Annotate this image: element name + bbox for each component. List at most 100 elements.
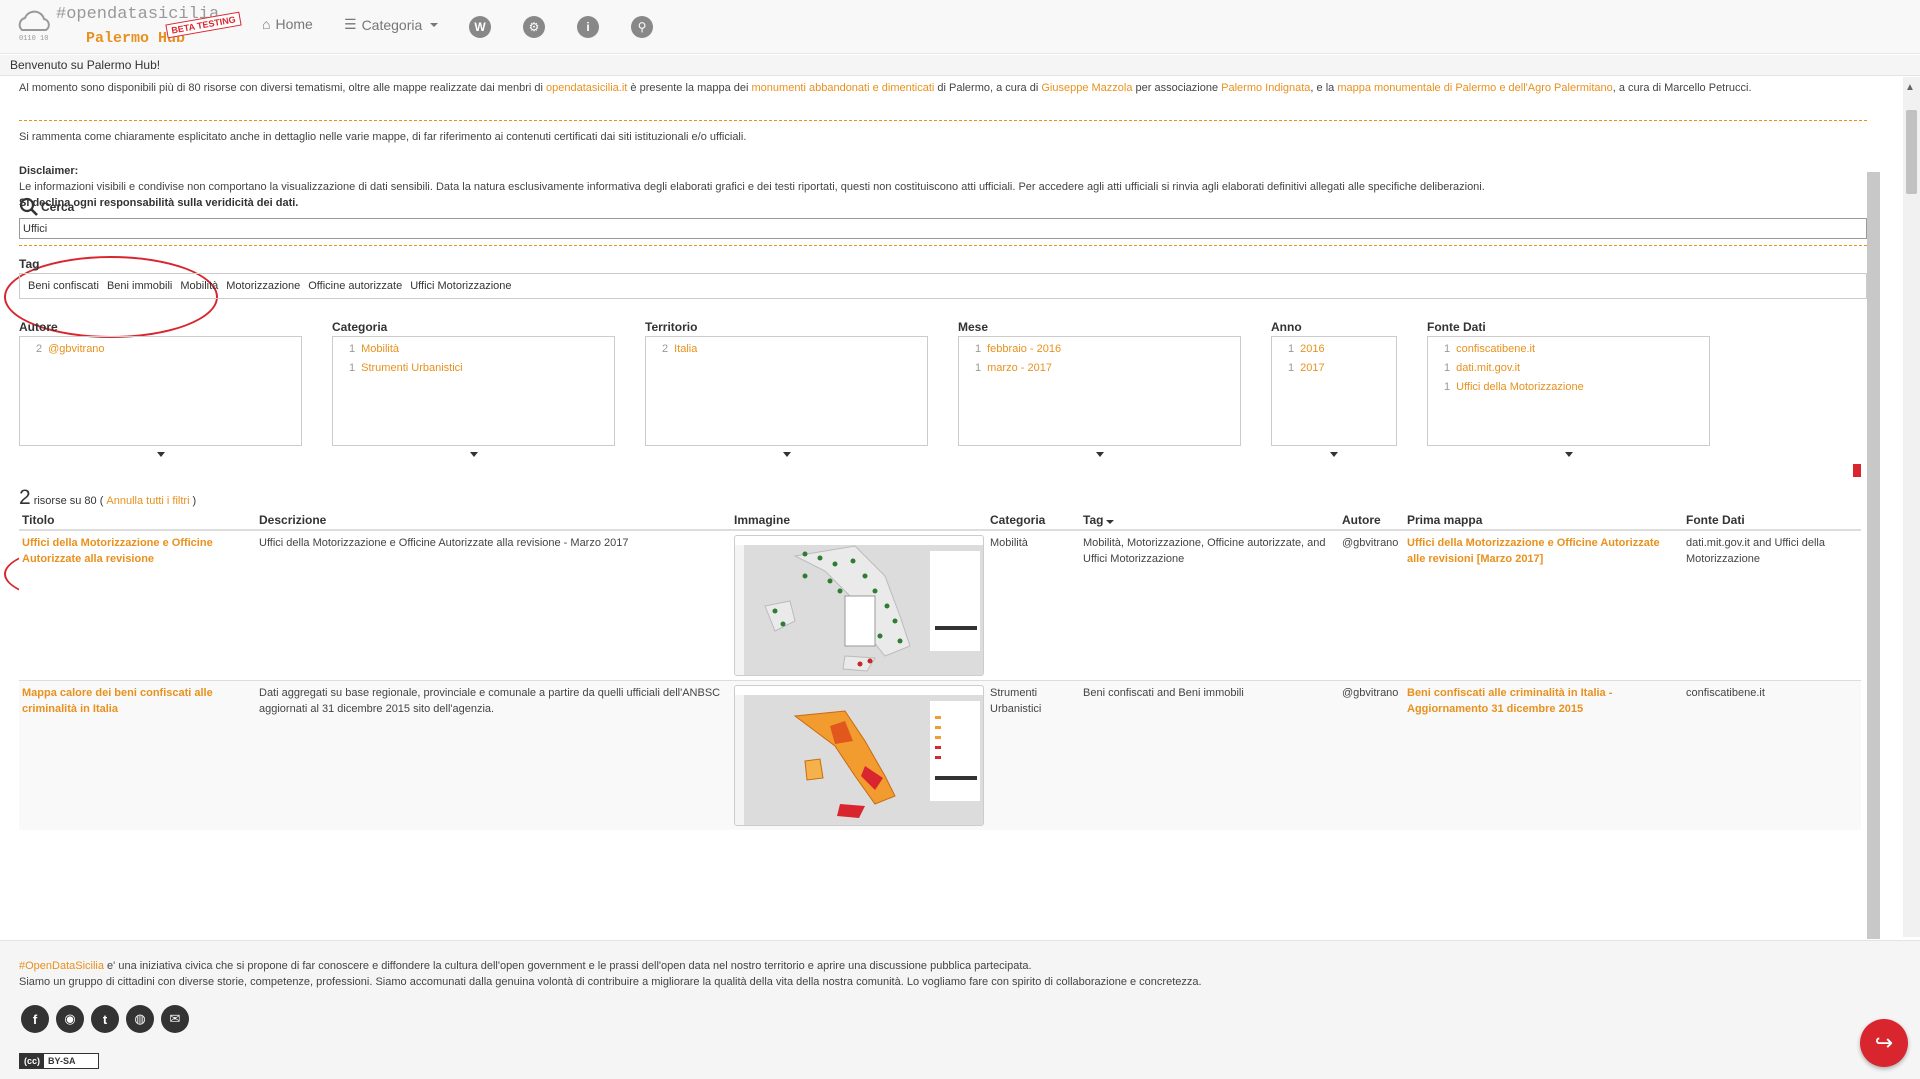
facet-list[interactable]: 1 confiscatibene.it 1 dati.mit.gov.it 1 Uff… — [1427, 336, 1710, 446]
cc-icon: (cc) — [20, 1054, 45, 1068]
column-header[interactable]: Descrizione — [256, 511, 731, 531]
sort-caret-icon — [1106, 520, 1115, 524]
tag-item[interactable]: Beni immobili — [107, 280, 172, 292]
facet-option-label[interactable]: marzo - 2017 — [987, 362, 1052, 374]
column-header-tag[interactable]: Tag — [1080, 511, 1339, 531]
search-input[interactable] — [19, 218, 1867, 239]
results-table: Titolo Descrizione Immagine Categoria Ta… — [19, 511, 1861, 830]
first-map-link[interactable]: Beni confiscati alle criminalità in Ital… — [1407, 687, 1612, 715]
tag-item[interactable]: Beni confiscati — [28, 280, 99, 292]
scroll-up-icon[interactable]: ▲ — [1905, 82, 1915, 93]
facebook-icon[interactable]: f — [21, 1005, 49, 1033]
facet-option-label[interactable]: Mobilità — [361, 343, 399, 355]
facet-title: Anno — [1271, 320, 1302, 334]
wikipedia-icon[interactable]: W — [469, 16, 491, 38]
facet-option[interactable]: 1 Mobilità — [349, 340, 598, 359]
facet-list[interactable]: 1 febbraio - 2016 1 marzo - 2017 — [958, 336, 1241, 446]
github-icon[interactable]: ◉ — [56, 1005, 84, 1033]
facet-option[interactable]: 1 2016 — [1288, 340, 1380, 359]
facet-option[interactable]: 2 Italia — [662, 340, 911, 359]
resource-title-link[interactable]: Uffici della Motorizzazione e Officine A… — [22, 537, 213, 565]
facet-option[interactable]: 1 marzo - 2017 — [975, 359, 1224, 378]
column-header[interactable]: Categoria — [987, 511, 1080, 531]
facet-option[interactable]: 1 dati.mit.gov.it — [1444, 359, 1693, 378]
column-header[interactable]: Immagine — [731, 511, 987, 531]
facet-title: Mese — [958, 320, 989, 334]
facet-option-label[interactable]: confiscatibene.it — [1456, 343, 1535, 355]
column-header[interactable]: Fonte Dati — [1683, 511, 1861, 531]
link-giuseppe-mazzola[interactable]: Giuseppe Mazzola — [1041, 82, 1132, 94]
nav-home[interactable]: ⌂ Home — [262, 16, 313, 32]
column-header[interactable]: Autore — [1339, 511, 1404, 531]
facet-option[interactable]: 1 2017 — [1288, 359, 1380, 378]
facet-list[interactable]: 2 Italia — [645, 336, 928, 446]
facet-count: 1 — [1444, 362, 1451, 374]
svg-text:0110 10: 0110 10 — [19, 35, 48, 43]
footer-brand-link[interactable]: #OpenDataSicilia — [19, 960, 104, 972]
facet-option[interactable]: 1 Strumenti Urbanistici — [349, 359, 598, 378]
column-header[interactable]: Prima mappa — [1404, 511, 1683, 531]
scrollbar-thumb[interactable] — [1906, 110, 1917, 194]
divider — [19, 120, 1867, 121]
results-count: 2 risorse su 80 (Annulla tutti i filtri) — [19, 486, 196, 510]
intro-text-part: per associazione — [1132, 82, 1222, 94]
email-icon[interactable]: ✉ — [161, 1005, 189, 1033]
facet-count: 1 — [1444, 343, 1451, 355]
intro-text-part: è presente la mappa dei — [627, 82, 752, 94]
facet-list[interactable]: 1 Mobilità 1 Strumenti Urbanistici — [332, 336, 615, 446]
column-header[interactable]: Titolo — [19, 511, 256, 531]
caret-down-icon[interactable] — [1095, 452, 1104, 457]
facet-list[interactable]: 1 2016 1 2017 — [1271, 336, 1397, 446]
search-icon[interactable]: ⚲ — [631, 16, 653, 38]
caret-down-icon[interactable] — [469, 452, 478, 457]
caret-down-icon[interactable] — [782, 452, 791, 457]
facet-option[interactable]: 2 @gbvitrano — [36, 340, 285, 359]
link-mappa-monumentale[interactable]: mappa monumentale di Palermo e dell'Agro… — [1337, 82, 1612, 94]
facet-option-label[interactable]: Strumenti Urbanistici — [361, 362, 462, 374]
facet-categoria: Categoria 1 Mobilità 1 Strumenti Urbanisti… — [332, 320, 615, 457]
facet-option-label[interactable]: febbraio - 2016 — [987, 343, 1061, 355]
facet-option[interactable]: 1 Uffici della Motorizzazione — [1444, 378, 1693, 397]
facet-option-label[interactable]: @gbvitrano — [48, 343, 104, 355]
resource-thumbnail[interactable] — [734, 685, 984, 826]
facet-option-label[interactable]: dati.mit.gov.it — [1456, 362, 1520, 374]
first-map-link[interactable]: Uffici della Motorizzazione e Officine A… — [1407, 537, 1660, 565]
facet-option[interactable]: 1 febbraio - 2016 — [975, 340, 1224, 359]
facet-option-label[interactable]: 2017 — [1300, 362, 1324, 374]
link-palermo-indignata[interactable]: Palermo Indignata — [1221, 82, 1310, 94]
clear-filters-link[interactable]: Annulla tutti i filtri — [106, 495, 189, 507]
tag-item[interactable]: Uffici Motorizzazione — [410, 280, 511, 292]
caret-down-icon[interactable] — [156, 452, 165, 457]
bookmark-icon[interactable] — [1853, 464, 1861, 477]
tag-item[interactable]: Motorizzazione — [226, 280, 300, 292]
info-icon[interactable]: i — [577, 16, 599, 38]
navbar: 0110 10 #opendatasicilia Palermo Hub BET… — [0, 0, 1920, 54]
twitter-icon[interactable]: t — [91, 1005, 119, 1033]
facet-option-label[interactable]: 2016 — [1300, 343, 1324, 355]
facet-option-label[interactable]: Uffici della Motorizzazione — [1456, 381, 1584, 393]
link-opendatasicilia[interactable]: opendatasicilia.it — [546, 82, 627, 94]
cc-license-badge[interactable]: (cc) BY-SA — [19, 1053, 99, 1069]
facet-fonte-dati: Fonte Dati 1 confiscatibene.it 1 dati.mit.… — [1427, 320, 1710, 457]
welcome-bar: Benvenuto su Palermo Hub! — [0, 55, 1920, 76]
nav-categoria-dropdown[interactable]: ☰ Categoria — [344, 16, 439, 33]
facet-option-label[interactable]: Italia — [674, 343, 697, 355]
tag-item[interactable]: Mobilità — [180, 280, 218, 292]
brand-logo[interactable]: 0110 10 #opendatasicilia Palermo Hub BET… — [14, 4, 242, 50]
intro-text-part: di Palermo, a cura di — [934, 82, 1042, 94]
facet-count: 2 — [36, 343, 43, 355]
globe-icon[interactable]: ◍ — [126, 1005, 154, 1033]
caret-down-icon[interactable] — [1564, 452, 1573, 457]
link-monumenti[interactable]: monumenti abbandonati e dimenticati — [752, 82, 935, 94]
page-scrollbar[interactable] — [1903, 77, 1920, 937]
caret-down-icon[interactable] — [1330, 452, 1338, 457]
share-icon[interactable]: ↪ — [1860, 1019, 1908, 1067]
tag-item[interactable]: Officine autorizzate — [308, 280, 402, 292]
settings-icon[interactable]: ⚙ — [523, 16, 545, 38]
inner-scrollbar[interactable] — [1867, 172, 1880, 939]
resource-title-link[interactable]: Mappa calore dei beni confiscati alle cr… — [22, 687, 213, 715]
facet-option[interactable]: 1 confiscatibene.it — [1444, 340, 1693, 359]
nav-home-label: Home — [275, 16, 313, 32]
resource-thumbnail[interactable] — [734, 535, 984, 676]
facet-list[interactable]: 2 @gbvitrano — [19, 336, 302, 446]
